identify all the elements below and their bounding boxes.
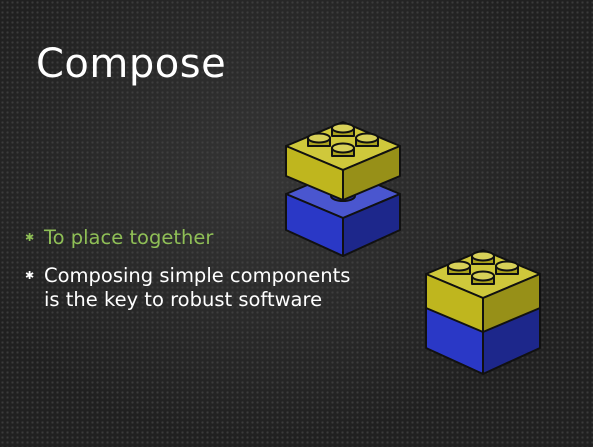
bullet-marker-icon: ✱ bbox=[25, 269, 35, 282]
lego-bricks-joined-icon bbox=[425, 249, 541, 375]
bullet-marker-icon: ✱ bbox=[25, 231, 35, 244]
lego-bricks-separated-icon bbox=[285, 121, 401, 257]
bullet-text-2: Composing simple components is the key t… bbox=[44, 264, 351, 311]
slide-title: Compose bbox=[36, 41, 227, 87]
bullet-text-1: To place together bbox=[44, 226, 214, 249]
bullet-item-2: ✱ Composing simple components is the key… bbox=[24, 264, 354, 312]
slide: Compose ✱ To place together ✱ Composing … bbox=[0, 0, 593, 447]
